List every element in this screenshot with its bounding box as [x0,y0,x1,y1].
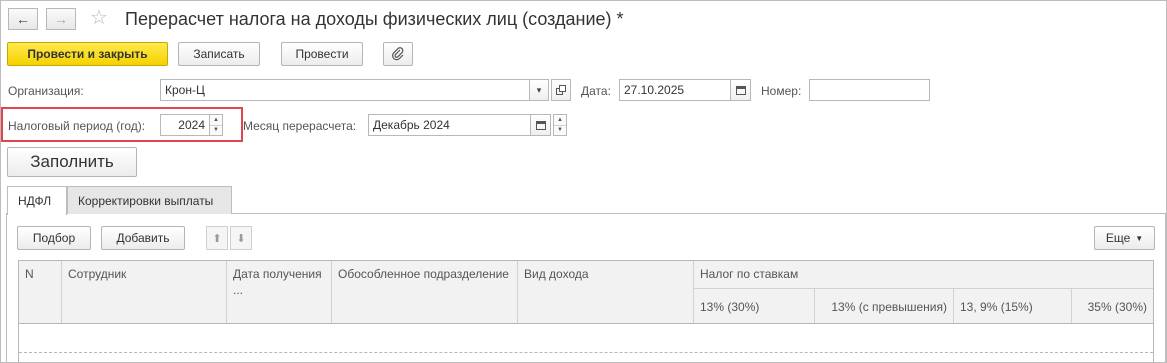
column-divider [61,261,62,324]
arrow-down-icon: ⬇ [236,232,246,245]
forward-button[interactable]: → [46,8,76,30]
column-divider [814,288,815,324]
organization-field[interactable]: Крон-Ц [160,79,530,101]
chevron-down-icon: ▾ [536,84,542,95]
attach-button[interactable] [383,42,413,66]
favorite-star-icon[interactable]: ☆ [90,7,108,29]
save-button[interactable]: Записать [178,42,260,66]
fill-button[interactable]: Заполнить [7,147,137,177]
col-income-type-header[interactable]: Вид дохода [518,261,693,321]
month-calendar-button[interactable] [530,114,551,136]
calendar-icon [735,86,746,95]
spin-up-icon[interactable]: ▲ [554,115,566,125]
arrow-left-icon: ← [16,11,30,27]
tab-payment-corrections[interactable]: Корректировки выплаты [67,186,232,214]
paperclip-icon [392,47,404,61]
arrow-up-icon: ⬆ [212,232,222,245]
empty-row-divider [19,352,1153,353]
organization-label: Организация: [8,84,84,98]
column-divider [693,261,694,324]
date-field[interactable]: 27.10.2025 [619,79,731,101]
header-bottom-border [19,323,1153,324]
back-button[interactable]: ← [8,8,38,30]
post-button[interactable]: Провести [281,42,363,66]
tab-ndfl[interactable]: НДФЛ [7,186,67,215]
column-divider [331,261,332,324]
col-division-header[interactable]: Обособленное подразделение [332,261,517,321]
date-calendar-button[interactable] [730,79,751,101]
column-divider [226,261,227,324]
number-label: Номер: [761,84,802,98]
calendar-icon [535,121,546,130]
col-rate-13-9-15-header[interactable]: 13, 9% (15%) [954,292,1071,318]
recalc-month-field[interactable]: Декабрь 2024 [368,114,531,136]
more-label: Еще [1105,231,1131,245]
post-and-close-button[interactable]: Провести и закрыть [7,42,168,66]
column-divider [953,288,954,324]
move-down-button[interactable]: ⬇ [230,226,252,250]
group-header-divider [694,288,1153,289]
data-table[interactable]: N Сотрудник Дата получения ... Обособлен… [18,260,1154,363]
date-label: Дата: [581,84,611,98]
col-tax-rates-group-header: Налог по ставкам [700,267,799,281]
col-rate-13-excess-header[interactable]: 13% (с превышения) [815,292,953,318]
col-rate-13-30-header[interactable]: 13% (30%) [694,292,814,318]
number-field[interactable] [809,79,930,101]
page-title: Перерасчет налога на доходы физических л… [125,9,624,29]
recalc-month-spinner[interactable]: ▲ ▼ [553,114,567,136]
col-date-header[interactable]: Дата получения ... [227,261,331,321]
chevron-down-icon: ▼ [1135,233,1144,243]
column-divider [517,261,518,324]
recalc-month-label: Месяц перерасчета: [243,119,357,133]
arrow-right-icon: → [54,11,68,27]
col-employee-header[interactable]: Сотрудник [62,261,226,321]
tax-period-highlight [1,107,243,142]
column-divider [1071,288,1072,324]
col-rate-35-30-header[interactable]: 35% (30%) [1072,292,1153,318]
more-button[interactable]: Еще ▼ [1094,226,1155,250]
add-button[interactable]: Добавить [101,226,185,250]
open-form-icon [556,85,566,95]
organization-open-button[interactable] [551,79,571,101]
col-n-header[interactable]: N [19,261,61,321]
organization-dropdown-button[interactable]: ▾ [529,79,549,101]
spin-down-icon[interactable]: ▼ [554,124,566,136]
select-button[interactable]: Подбор [17,226,91,250]
move-up-button[interactable]: ⬆ [206,226,228,250]
